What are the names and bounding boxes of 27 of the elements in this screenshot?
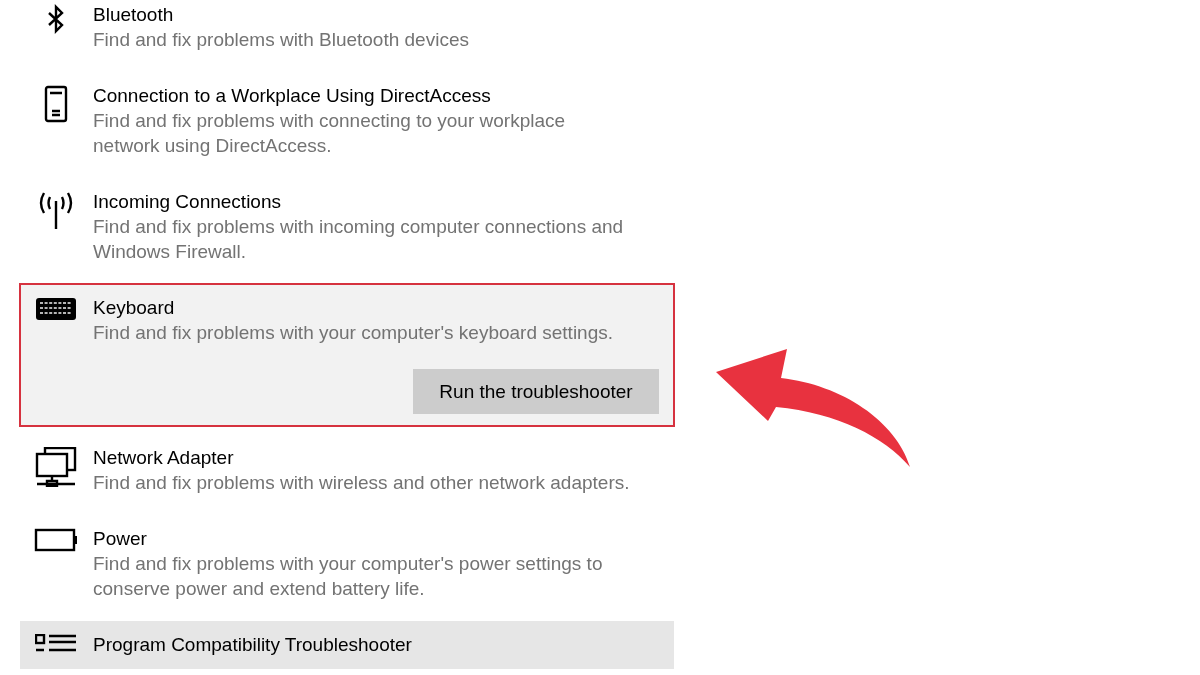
item-title: Program Compatibility Troubleshooter: [93, 633, 412, 657]
troubleshooter-item[interactable]: Keyboard Find and fix problems with your computer's keyboard settings. Run the troubleshooter: [20, 284, 674, 426]
bluetooth-icon: [46, 4, 66, 36]
troubleshooter-item[interactable]: Power Find and fix problems with your computer's power settings to conserve power and extend battery life.: [20, 515, 674, 613]
phone-icon: [44, 85, 68, 123]
run-troubleshooter-button[interactable]: Run the troubleshooter: [413, 369, 659, 414]
item-title: Incoming Connections: [93, 190, 282, 214]
troubleshooter-item[interactable]: Bluetooth Find and fix problems with Bluetooth devices: [20, 0, 674, 64]
list-icon: [35, 634, 77, 652]
battery-icon: [34, 528, 78, 552]
network-icon: [35, 447, 77, 487]
troubleshooter-item[interactable]: Connection to a Workplace Using DirectAccess Find and fix problems with connecting to your workplace network using DirectAccess.: [20, 72, 674, 170]
item-title: Power: [93, 527, 148, 551]
item-description: Find and fix problems with your computer's power settings to conserve power and extend battery life.: [93, 552, 604, 601]
item-description: Find and fix problems with connecting to your workplace network using DirectAccess.: [93, 109, 567, 158]
troubleshooter-item[interactable]: Program Compatibility Troubleshooter: [20, 621, 674, 669]
item-description: Find and fix problems with incoming computer connections and Windows Firewall.: [93, 215, 625, 264]
item-description: Find and fix problems with Bluetooth devices: [93, 28, 469, 52]
item-title: Bluetooth: [93, 3, 175, 27]
item-description: Find and fix problems with your computer's keyboard settings.: [93, 321, 614, 345]
item-title: Network Adapter: [93, 446, 235, 470]
keyboard-icon: [35, 297, 77, 321]
troubleshooter-item[interactable]: Incoming Connections Find and fix problems with incoming computer connections and Windows Firewall.: [20, 178, 674, 276]
item-title: Connection to a Workplace Using DirectAccess: [93, 84, 492, 108]
item-description: Find and fix problems with wireless and other network adapters.: [93, 471, 630, 495]
troubleshooter-item[interactable]: Network Adapter Find and fix problems with wireless and other network adapters.: [20, 434, 674, 507]
item-title: Keyboard: [93, 296, 176, 320]
